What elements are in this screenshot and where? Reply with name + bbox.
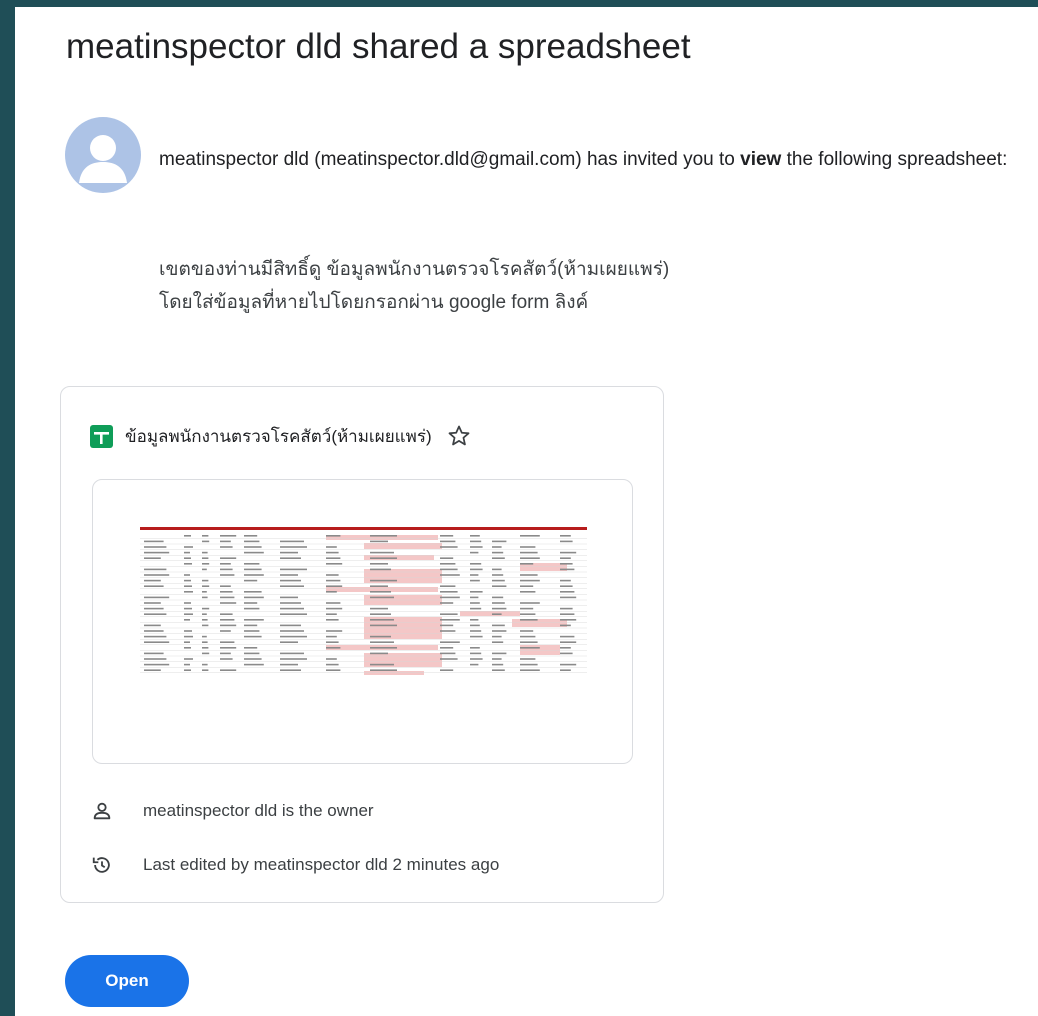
invite-permission: view [740, 149, 782, 170]
history-icon [91, 854, 113, 876]
email-body: meatinspector dld shared a spreadsheet m… [15, 7, 1038, 1016]
invite-text: meatinspector dld (meatinspector.dld@gma… [159, 143, 1019, 176]
file-card: ข้อมูลพนักงานตรวจโรคสัตว์(ห้ามเผยแพร่) m… [60, 386, 664, 903]
owner-row: meatinspector dld is the owner [91, 800, 374, 822]
owner-text: meatinspector dld is the owner [143, 801, 374, 820]
invite-text-after: the following spreadsheet: [781, 149, 1008, 170]
invite-text-before: meatinspector dld (meatinspector.dld@gma… [159, 149, 741, 170]
spreadsheet-thumbnail[interactable] [92, 479, 633, 764]
last-edited-text: Last edited by meatinspector dld 2 minut… [143, 855, 500, 874]
message-line: โดยใส่ข้อมูลที่หายไปโดยกรอกผ่าน google f… [159, 292, 589, 313]
share-message: เขตของท่านมีสิทธิ์ดู ข้อมูลพนักงานตรวจโร… [159, 253, 1019, 313]
file-title[interactable]: ข้อมูลพนักงานตรวจโรคสัตว์(ห้ามเผยแพร่) [125, 423, 432, 450]
google-sheets-icon [90, 424, 113, 448]
last-edited-row: Last edited by meatinspector dld 2 minut… [91, 854, 499, 876]
email-title: meatinspector dld shared a spreadsheet [66, 27, 691, 66]
message-line: เขตของท่านมีสิทธิ์ดู ข้อมูลพนักงานตรวจโร… [159, 259, 670, 280]
open-button[interactable]: Open [65, 955, 189, 1007]
file-card-header: ข้อมูลพนักงานตรวจโรคสัตว์(ห้ามเผยแพร่) [90, 424, 472, 448]
star-icon[interactable] [446, 423, 472, 449]
sender-avatar [65, 117, 141, 193]
person-icon [91, 800, 113, 822]
